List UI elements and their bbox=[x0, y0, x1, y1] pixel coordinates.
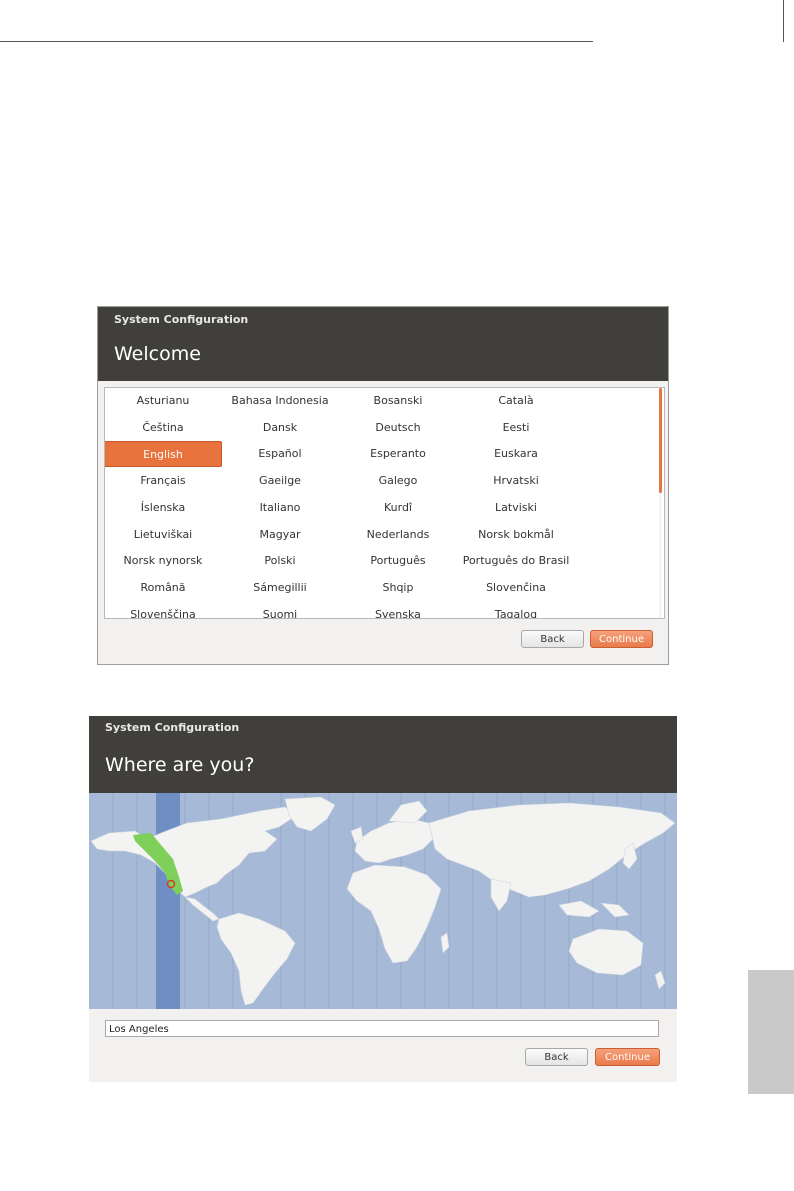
language-item[interactable]: Svenska bbox=[339, 602, 457, 618]
language-item[interactable]: Slovenčina bbox=[457, 575, 575, 601]
language-item[interactable]: Euskara bbox=[457, 441, 575, 467]
language-item[interactable]: Magyar bbox=[221, 522, 339, 548]
language-item[interactable]: Suomi bbox=[221, 602, 339, 618]
language-item[interactable]: Esperanto bbox=[339, 441, 457, 467]
language-item[interactable]: Português do Brasil bbox=[457, 548, 575, 574]
page-edge-mark bbox=[783, 0, 784, 42]
language-item[interactable]: Español bbox=[221, 441, 339, 467]
language-item[interactable]: Íslenska bbox=[105, 495, 222, 521]
page-heading: Welcome bbox=[114, 343, 201, 365]
welcome-window: System Configuration Welcome Asturianu Ba… bbox=[97, 306, 669, 665]
language-item[interactable]: Deutsch bbox=[339, 415, 457, 441]
language-item[interactable]: Sámegillii bbox=[221, 575, 339, 601]
language-item[interactable]: Bahasa Indonesia bbox=[221, 388, 339, 414]
continue-button[interactable]: Continue bbox=[590, 630, 653, 648]
page-side-tab bbox=[748, 970, 794, 1094]
language-item[interactable]: Asturianu bbox=[105, 388, 222, 414]
back-button[interactable]: Back bbox=[525, 1048, 588, 1066]
language-item[interactable]: Čeština bbox=[105, 415, 222, 441]
window-header: System Configuration Where are you? bbox=[89, 716, 677, 793]
language-item[interactable]: English bbox=[105, 441, 222, 468]
language-item[interactable]: Bosanski bbox=[339, 388, 457, 414]
language-item[interactable]: Dansk bbox=[221, 415, 339, 441]
language-item[interactable]: Français bbox=[105, 468, 222, 494]
language-item[interactable]: Norsk nynorsk bbox=[105, 548, 222, 574]
language-item[interactable]: Polski bbox=[221, 548, 339, 574]
language-item[interactable]: Tagalog bbox=[457, 602, 575, 618]
selected-timezone-band bbox=[156, 793, 180, 1009]
language-item[interactable]: Norsk bokmål bbox=[457, 522, 575, 548]
language-item[interactable]: Nederlands bbox=[339, 522, 457, 548]
language-list[interactable]: Asturianu Bahasa Indonesia Bosanski Català Č… bbox=[104, 387, 665, 619]
language-item[interactable]: Slovenščina bbox=[105, 602, 222, 618]
language-item[interactable]: Hrvatski bbox=[457, 468, 575, 494]
language-item[interactable]: Lietuviškai bbox=[105, 522, 222, 548]
language-item[interactable]: Shqip bbox=[339, 575, 457, 601]
city-input[interactable]: Los Angeles bbox=[105, 1020, 659, 1037]
where-window: System Configuration Where are you? Los … bbox=[89, 716, 677, 1082]
window-title: System Configuration bbox=[105, 721, 240, 734]
page-heading: Where are you? bbox=[105, 754, 255, 776]
window-title: System Configuration bbox=[114, 313, 249, 326]
timezone-map[interactable] bbox=[89, 793, 677, 1009]
language-item[interactable]: Eesti bbox=[457, 415, 575, 441]
back-button[interactable]: Back bbox=[521, 630, 584, 648]
continue-button[interactable]: Continue bbox=[595, 1048, 660, 1066]
window-header: System Configuration Welcome bbox=[98, 307, 668, 381]
language-item[interactable]: Latviski bbox=[457, 495, 575, 521]
language-item[interactable]: Galego bbox=[339, 468, 457, 494]
scrollbar-thumb[interactable] bbox=[659, 388, 662, 493]
language-item[interactable]: Kurdî bbox=[339, 495, 457, 521]
language-item[interactable]: Italiano bbox=[221, 495, 339, 521]
language-item[interactable]: Română bbox=[105, 575, 222, 601]
page-top-rule bbox=[0, 41, 593, 42]
language-item[interactable]: Català bbox=[457, 388, 575, 414]
world-map-graphic bbox=[89, 793, 677, 1009]
language-item[interactable]: Gaeilge bbox=[221, 468, 339, 494]
language-item[interactable]: Português bbox=[339, 548, 457, 574]
